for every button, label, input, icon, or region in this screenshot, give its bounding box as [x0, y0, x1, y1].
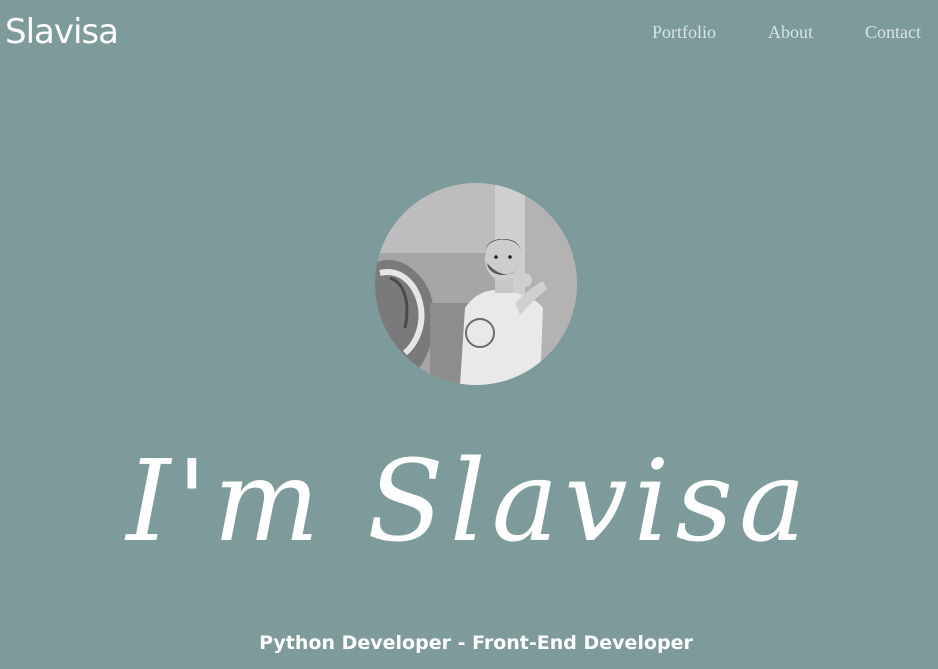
- nav-item-portfolio: Portfolio: [652, 20, 716, 44]
- nav-item-about: About: [768, 20, 813, 44]
- nav-item-contact: Contact: [865, 20, 921, 44]
- navbar: Slavisa Portfolio About Contact: [0, 0, 938, 66]
- brand-logo[interactable]: Slavisa: [5, 10, 119, 54]
- nav-link-contact[interactable]: Contact: [865, 22, 921, 42]
- profile-photo-icon: [375, 183, 577, 385]
- nav-link-about[interactable]: About: [768, 22, 813, 42]
- hero-subtitle: Python Developer - Front-End Developer: [259, 632, 693, 654]
- profile-avatar: [375, 183, 577, 385]
- hero-headline: I'm Slavisa: [126, 437, 812, 567]
- nav-links: Portfolio About Contact: [652, 20, 921, 44]
- nav-link-portfolio[interactable]: Portfolio: [652, 22, 716, 42]
